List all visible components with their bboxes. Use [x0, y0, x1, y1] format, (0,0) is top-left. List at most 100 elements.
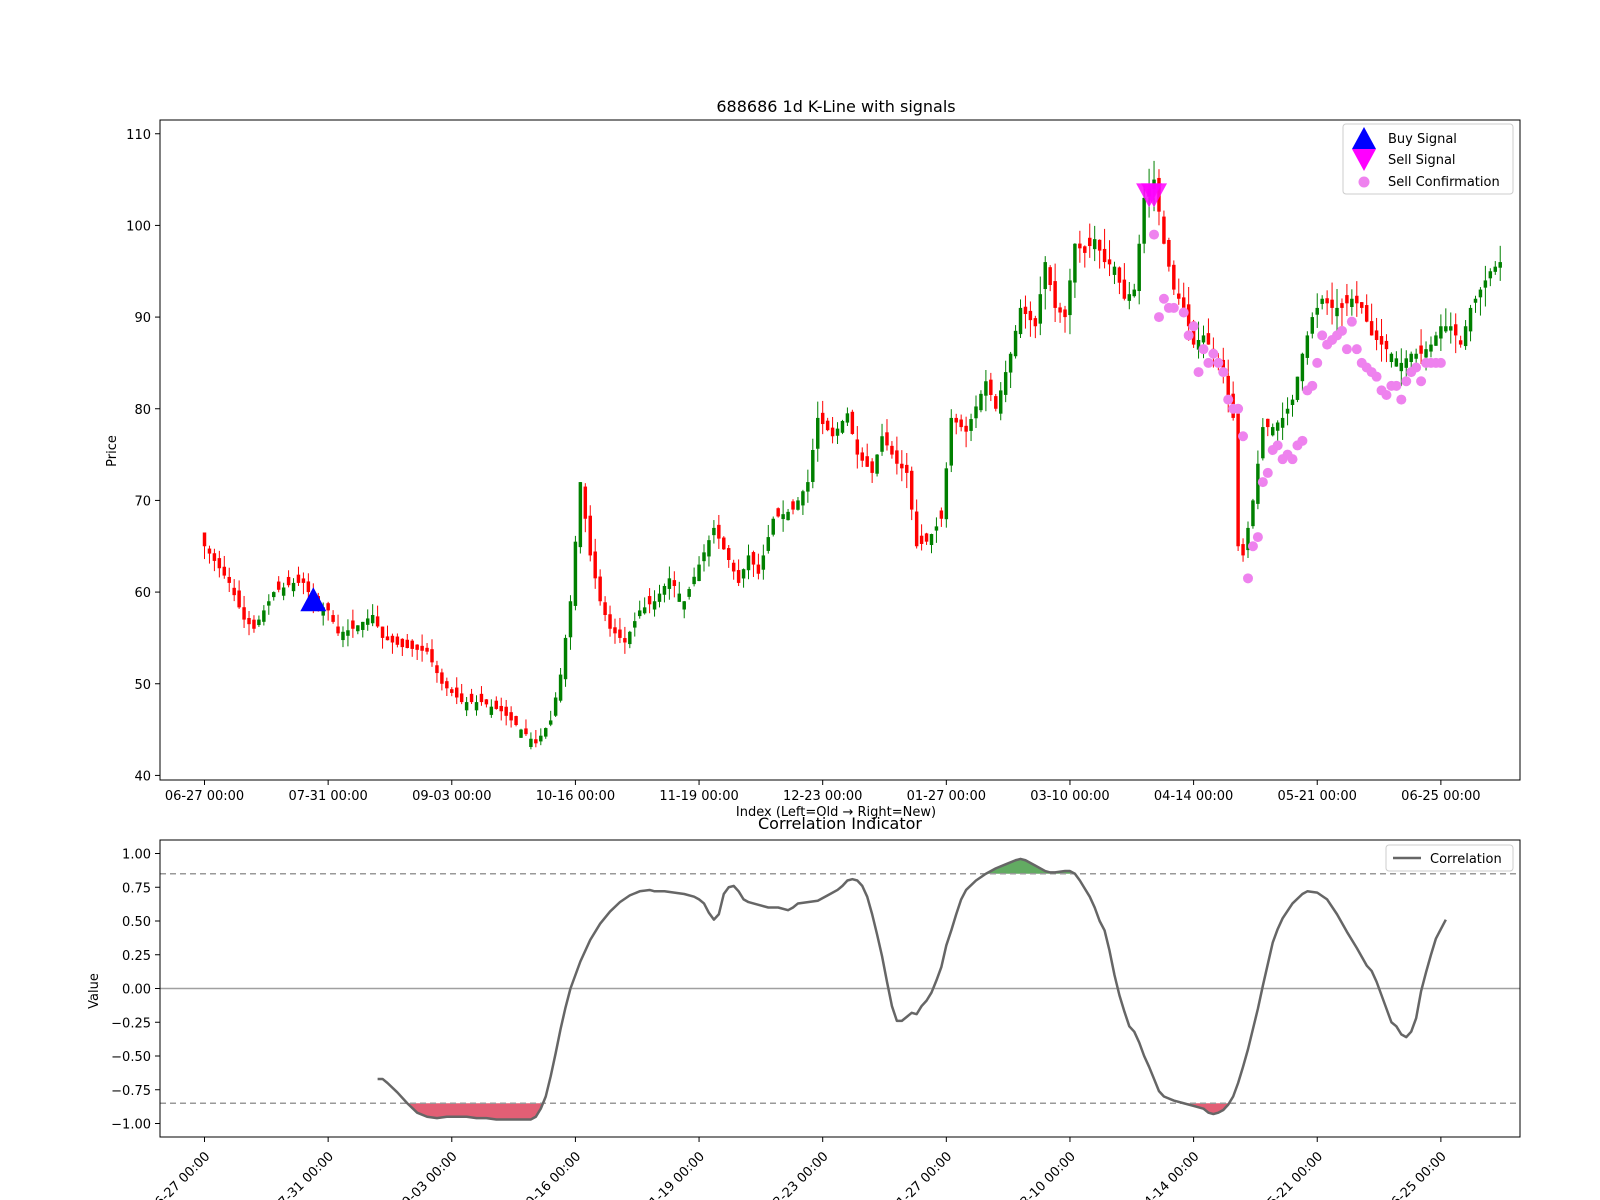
kline-x-tick-label: 05-21 00:00 — [1278, 789, 1357, 804]
candle-body — [914, 511, 919, 547]
candle-body — [791, 501, 795, 510]
sell-confirmation-point — [1238, 431, 1249, 442]
candle-body — [613, 627, 617, 634]
correlation-legend: Correlation — [1385, 844, 1514, 872]
candle-body — [534, 739, 538, 744]
candle-body — [618, 629, 622, 638]
candle-body — [336, 626, 340, 634]
candle-body — [964, 425, 968, 432]
candle-body — [707, 540, 711, 557]
candle-body — [642, 607, 647, 614]
candle-body — [232, 587, 236, 596]
correlation-y-tick-label: −0.75 — [111, 1084, 151, 1099]
figure: 688686 1d K-Line with signals Price Inde… — [0, 0, 1600, 1200]
candle-body — [633, 621, 637, 628]
candle-body — [1172, 264, 1176, 290]
sell-confirmation-point — [1371, 371, 1382, 382]
sell-confirmation-point — [1381, 390, 1392, 400]
candle-body — [786, 511, 790, 521]
candle-body — [865, 456, 869, 467]
sell-confirmation-point — [1287, 454, 1298, 465]
candle-body — [242, 607, 246, 620]
candle-body — [1177, 293, 1181, 299]
sell-confirmation-point — [1193, 367, 1204, 378]
candle-body — [1023, 306, 1028, 315]
candle-body — [662, 585, 667, 595]
candle-body — [603, 602, 607, 615]
candle-body — [1389, 353, 1394, 362]
candle-body — [1414, 353, 1418, 359]
sell-confirmation-point — [1149, 229, 1160, 240]
candle-body — [1364, 305, 1369, 322]
candle-body — [489, 706, 494, 715]
candle-body — [1226, 375, 1230, 395]
candle-body — [276, 581, 281, 590]
kline-x-tick-label: 12-23 00:00 — [783, 789, 862, 804]
kline-y-tick-label: 100 — [126, 219, 151, 234]
sell-confirmation-point — [1168, 302, 1179, 313]
candle-body — [816, 417, 820, 449]
kline-x-tick-label: 11-19 00:00 — [659, 789, 738, 804]
kline-y-tick-label: 110 — [126, 128, 151, 143]
candle-body — [845, 413, 850, 423]
candle-body — [1310, 317, 1315, 334]
candle-body — [222, 566, 227, 576]
candle-body — [365, 618, 370, 625]
candle-body — [870, 461, 874, 473]
candle-body — [840, 420, 845, 433]
correlation-title: Correlation Indicator — [758, 814, 922, 833]
candle-body — [1270, 427, 1275, 436]
sell-confirmation-point — [1346, 316, 1357, 327]
sell-confirmation-point — [1188, 321, 1199, 332]
candle-body — [796, 500, 800, 510]
candle-body — [558, 674, 563, 701]
candle-body — [860, 452, 864, 461]
legend-confirm-label: Sell Confirmation — [1388, 175, 1500, 190]
sell-confirmation-point — [1213, 357, 1224, 368]
candle-body — [207, 548, 212, 554]
candle-body — [375, 616, 380, 627]
candle-body — [415, 644, 419, 650]
candle-body — [202, 532, 207, 547]
candle-body — [237, 590, 241, 608]
candle-body — [1063, 309, 1067, 318]
candle-body — [811, 450, 815, 482]
candle-body — [450, 689, 454, 693]
candle-body — [924, 533, 929, 542]
candle-body — [830, 427, 835, 437]
candle-body — [1142, 197, 1146, 244]
correlation-y-tick-label: 0.50 — [122, 915, 151, 930]
candle-body — [717, 524, 721, 539]
candle-body — [998, 390, 1003, 414]
candle-body — [267, 601, 271, 606]
candle-body — [1112, 266, 1117, 275]
candle-body — [539, 735, 543, 742]
candle-body — [1266, 418, 1270, 428]
candle-body — [459, 693, 464, 703]
candle-body — [563, 637, 568, 680]
sell-confirmation-point — [1391, 380, 1402, 391]
candle-body — [1201, 335, 1206, 343]
candle-body — [361, 621, 365, 630]
candle-body — [588, 515, 592, 556]
candle-body — [553, 697, 558, 716]
candle-body — [1325, 298, 1329, 304]
candle-body — [736, 570, 741, 583]
candle-body — [820, 412, 825, 425]
kline-y-tick-label: 90 — [134, 311, 151, 326]
candle-body — [262, 610, 266, 622]
candle-body — [1330, 299, 1334, 308]
kline-x-tick-label: 10-16 00:00 — [536, 789, 615, 804]
sell-confirmation-point — [1183, 330, 1194, 341]
candle-body — [1335, 307, 1339, 317]
sell-confirmation-point — [1203, 357, 1214, 368]
candle-body — [494, 700, 499, 709]
correlation-y-tick-label: −0.50 — [111, 1050, 151, 1065]
candle-body — [919, 535, 924, 544]
candle-body — [479, 693, 484, 703]
candle-body — [949, 417, 954, 466]
candle-body — [850, 411, 855, 434]
sell-confirmation-point — [1233, 403, 1244, 414]
sell-confirmation-point — [1218, 367, 1229, 378]
sell-confirmation-point — [1257, 477, 1268, 488]
